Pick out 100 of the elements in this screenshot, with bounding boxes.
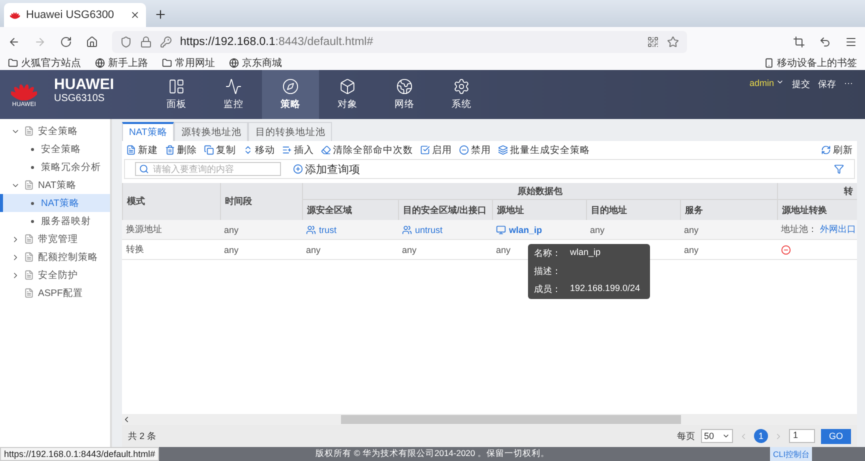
box-icon [339, 78, 356, 95]
address-field[interactable]: https://192.168.0.1:8443/default.html# [112, 30, 687, 52]
group-header: 原始数据包 [302, 183, 777, 200]
nav-tab[interactable]: 监控 [205, 70, 262, 119]
tree-item[interactable]: NAT策略 [0, 176, 110, 194]
tab[interactable]: 源转换地址池 [174, 122, 248, 141]
undo-icon[interactable] [819, 36, 831, 48]
plus-icon [293, 164, 303, 174]
lock-icon [140, 36, 152, 48]
header-action[interactable]: 提交 [792, 78, 810, 111]
menu-icon[interactable] [845, 36, 857, 48]
zone-icon [402, 224, 412, 234]
crop-icon[interactable] [793, 36, 805, 48]
refresh-button[interactable]: 刷新 [821, 144, 853, 156]
more-button[interactable]: ··· [844, 78, 853, 111]
home-icon[interactable] [86, 36, 98, 48]
nav-tab[interactable]: 网络 [376, 70, 433, 119]
toolbar-button[interactable]: 复制 [204, 144, 236, 156]
pool-link[interactable]: 外网出口 [820, 223, 856, 236]
back-icon[interactable] [8, 36, 20, 48]
toolbar-button[interactable]: 插入 [282, 144, 314, 156]
cli-button[interactable]: CLI控制台 [770, 447, 812, 461]
new-tab-icon[interactable] [154, 8, 167, 21]
tree-item[interactable]: 服务器映射 [0, 212, 110, 230]
refresh-icon [821, 145, 831, 155]
toolbar-button[interactable]: 批量生成安全策略 [498, 144, 590, 156]
nav-tab[interactable]: 策略 [262, 70, 319, 119]
document-icon [24, 234, 34, 244]
zone-link[interactable]: untrust [415, 224, 443, 234]
compass-icon [282, 78, 299, 95]
collapse-icon[interactable] [11, 234, 20, 244]
tab[interactable]: 目的转换地址池 [248, 122, 332, 141]
per-page-select[interactable]: 50 [700, 429, 733, 443]
toolbar-button[interactable]: 删除 [165, 144, 197, 156]
toolbar-button[interactable]: 禁用 [459, 144, 491, 156]
column-header: 服务 [680, 200, 777, 220]
cell-text: any [590, 224, 605, 234]
bookmark[interactable]: 火狐官方站点 [8, 56, 81, 70]
page-button[interactable]: 1 [754, 429, 768, 443]
bullet-icon [31, 166, 34, 168]
star-icon[interactable] [667, 36, 679, 48]
close-icon[interactable] [130, 10, 140, 20]
scroll-left-icon[interactable] [122, 415, 131, 424]
tree-item[interactable]: 带宽管理 [0, 230, 110, 248]
browser-icon [95, 58, 105, 68]
search-icon [139, 164, 149, 174]
document-icon [24, 288, 34, 298]
browser-tab[interactable]: Huawei USG6300 [4, 3, 146, 27]
tree-item[interactable]: ASPF配置 [0, 284, 110, 302]
nav-tab[interactable]: 面板 [148, 70, 205, 119]
key-icon [160, 36, 172, 48]
filter-icon[interactable] [834, 164, 844, 174]
add-query-button[interactable]: 添加查询项 [293, 162, 360, 176]
bookmark[interactable]: 新手上路 [95, 56, 148, 70]
column-header: 源安全区域 [302, 200, 398, 220]
document-icon [24, 270, 34, 280]
bullet-icon [31, 202, 34, 204]
url-text: https://192.168.0.1:8443/default.html# [180, 36, 374, 48]
header-action[interactable]: 保存 [818, 78, 836, 111]
minus-circle-icon [459, 145, 469, 155]
collapse-icon[interactable] [11, 270, 20, 280]
logo-icon [11, 82, 37, 102]
layers-icon [498, 145, 508, 155]
nav-tab[interactable]: 系统 [433, 70, 490, 119]
tree-item[interactable]: 安全防护 [0, 266, 110, 284]
document-icon [126, 145, 136, 155]
bookmark[interactable]: 京东商城 [229, 56, 282, 70]
tree-item[interactable]: 安全策略 [0, 122, 110, 140]
tree-item[interactable]: NAT策略 [0, 194, 110, 212]
address-link[interactable]: wlan_ip [509, 224, 542, 234]
trash-icon [165, 145, 175, 155]
user-menu[interactable]: admin [749, 78, 784, 111]
toolbar-button[interactable]: 清除全部命中次数 [321, 144, 413, 156]
per-page-label: 每页 [676, 430, 695, 442]
cell-text: any [306, 244, 321, 254]
go-button[interactable]: GO [820, 428, 851, 444]
scrollbar-thumb[interactable] [341, 415, 681, 424]
toolbar-button[interactable]: 启用 [420, 144, 452, 156]
copyright-text: 版权所有 © 华为技术有限公司2014-2020 。保留一切权利。 [316, 448, 550, 460]
reload-icon[interactable] [60, 36, 72, 48]
no-translation-icon [781, 244, 791, 254]
tab[interactable]: NAT策略 [122, 122, 174, 141]
tree-item[interactable]: 安全策略 [0, 140, 110, 158]
tree-item[interactable]: 配额控制策略 [0, 248, 110, 266]
bookmark[interactable]: 常用网址 [162, 56, 215, 70]
tree-item[interactable]: 策略冗余分析 [0, 158, 110, 176]
toolbar-button[interactable]: 移动 [243, 144, 275, 156]
toolbar-button[interactable]: 新建 [126, 144, 158, 156]
folder-icon [162, 58, 172, 68]
model-name: USG6310S [54, 93, 106, 104]
tooltip: 名称： wlan_ip 描述： 成员： 192.168.199.0/24 [528, 244, 650, 299]
zone-link[interactable]: trust [319, 224, 337, 234]
column-header: 源地址转换 [777, 200, 857, 220]
nav-tab[interactable]: 对象 [319, 70, 376, 119]
insert-icon [282, 145, 292, 155]
collapse-icon[interactable] [11, 252, 20, 262]
page-field[interactable]: 1 [788, 429, 815, 443]
bookmark[interactable]: 移动设备上的书签 [764, 56, 857, 70]
column-header: 时间段 [220, 183, 302, 220]
column-header: 源地址 [492, 200, 586, 220]
